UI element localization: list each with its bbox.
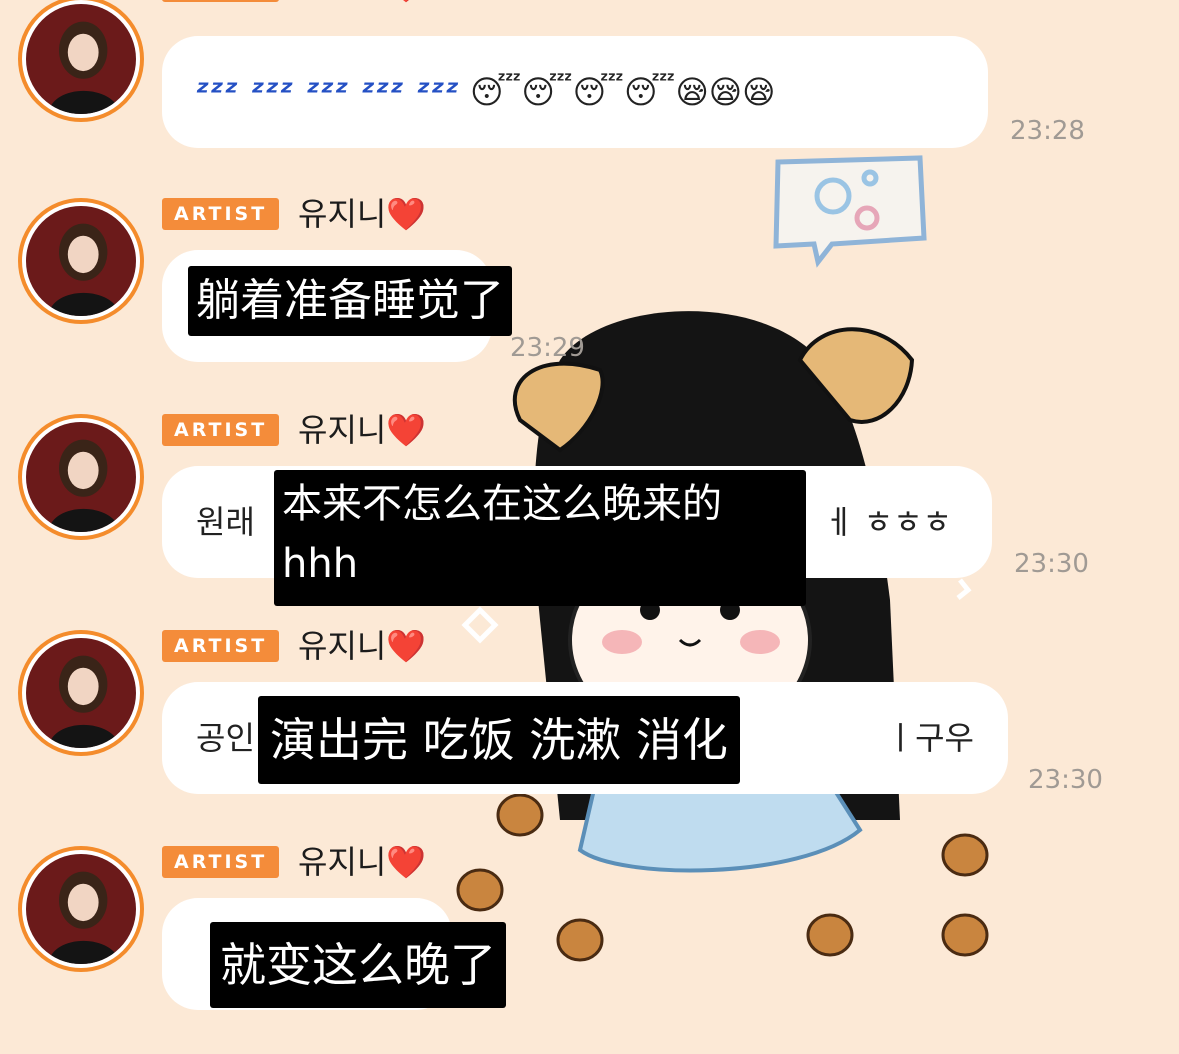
sender-name: 유지니❤️ [298, 627, 427, 665]
message-bubble[interactable]: ᶻᶻᶻ ᶻᶻᶻ ᶻᶻᶻ ᶻᶻᶻ ᶻᶻᶻ 😴😴😴😴😪😪😪 [162, 36, 988, 148]
chat-message: ARTIST 유지니❤️ 就变这么晚了 [0, 843, 1179, 1054]
message-text-start: 공인 [196, 719, 255, 757]
message-timestamp: 23:30 [1028, 765, 1103, 795]
message-text-end: ㅣ구우 [885, 719, 974, 757]
message-timestamp: 23:29 [510, 333, 585, 363]
sender-name: 유지니❤️ [298, 411, 427, 449]
artist-badge: ARTIST [162, 0, 280, 2]
sleeping-emoji-row: 😴😴😴😴😪😪😪 [470, 73, 776, 111]
message-text-end: ㅔ ㅎㅎㅎ [824, 503, 952, 541]
avatar-photo [26, 4, 136, 114]
avatar[interactable] [18, 414, 144, 540]
avatar-photo [26, 854, 136, 964]
artist-badge: ARTIST [162, 414, 280, 446]
subtitle-line: 本来不怎么在这么晚来的 [282, 481, 722, 527]
subtitle-overlay: 就变这么晚了 [210, 922, 506, 1008]
avatar[interactable] [18, 846, 144, 972]
avatar[interactable] [18, 630, 144, 756]
artist-badge: ARTIST [162, 198, 280, 230]
avatar[interactable] [18, 198, 144, 324]
subtitle-line: hhh [282, 541, 359, 587]
artist-badge: ARTIST [162, 846, 280, 878]
chat-message: ARTIST 유지니❤️ 23:29 躺着准备睡觉了 [0, 195, 1179, 414]
chat-message: ARTIST 유지니❤️ 공인 ㅣ구우 23:30 演出完 吃饭 洗漱 消化 [0, 627, 1179, 846]
subtitle-overlay: 演出完 吃饭 洗漱 消化 [258, 696, 740, 784]
avatar[interactable] [18, 0, 144, 122]
sender-name: 유지니❤️ [298, 0, 426, 6]
message-timestamp: 23:28 [1010, 116, 1085, 146]
message-text-start: 원래 [196, 503, 255, 541]
avatar-photo [26, 422, 136, 532]
subtitle-overlay: 本来不怎么在这么晚来的 hhh [274, 470, 806, 606]
chat-message: ARTIST 유지니❤️ 원래 ㅔ ㅎㅎㅎ 23:30 本来不怎么在这么晚来的 … [0, 411, 1179, 630]
subtitle-overlay: 躺着准备睡觉了 [188, 266, 512, 336]
artist-badge: ARTIST [162, 630, 280, 662]
sender-name: 유지니❤️ [298, 195, 427, 233]
sleeping-zzz-text: ᶻᶻᶻ ᶻᶻᶻ ᶻᶻᶻ ᶻᶻᶻ ᶻᶻᶻ [196, 73, 460, 111]
avatar-photo [26, 206, 136, 316]
message-timestamp: 23:30 [1014, 549, 1089, 579]
chat-message: ARTIST 유지니❤️ ᶻᶻᶻ ᶻᶻᶻ ᶻᶻᶻ ᶻᶻᶻ ᶻᶻᶻ 😴😴😴😴😪😪😪… [0, 0, 1179, 202]
sender-name: 유지니❤️ [298, 843, 427, 881]
avatar-photo [26, 638, 136, 748]
